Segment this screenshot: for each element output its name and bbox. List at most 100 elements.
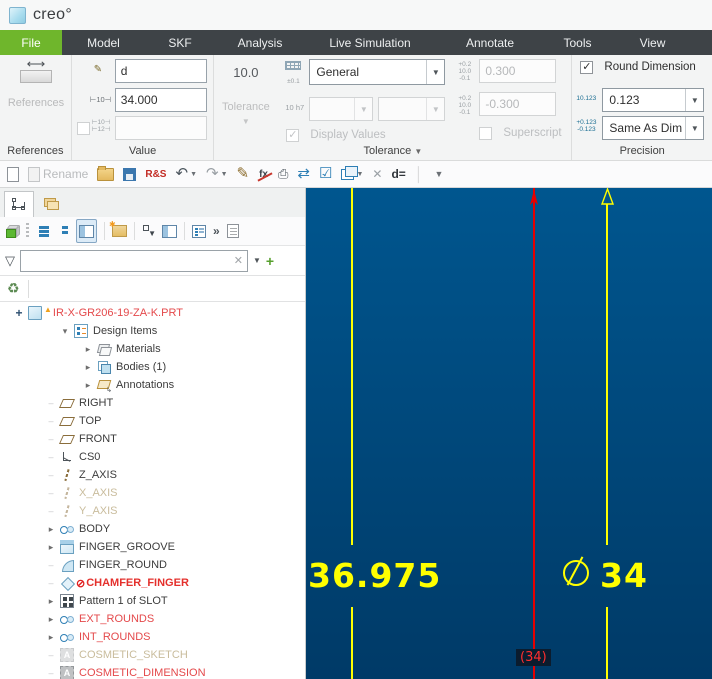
expand-arrow-icon[interactable]: ▸ [81, 344, 95, 355]
windows-button[interactable]: ▼ [341, 164, 363, 184]
tab-analysis[interactable]: Analysis [215, 30, 305, 55]
expand-all-button[interactable] [36, 220, 49, 242]
tree-item-finger-round[interactable]: – FINGER_ROUND [0, 556, 305, 574]
style-tree-button[interactable] [192, 220, 206, 242]
dual-dimension-checkbox[interactable] [76, 122, 90, 135]
references-button[interactable]: ⟷ References [6, 57, 66, 131]
tab-file[interactable]: File [0, 30, 62, 55]
graphics-area[interactable]: 36.975 34 (34) [306, 188, 712, 679]
new-file-button[interactable] [7, 164, 19, 184]
tree-item-right-plane[interactable]: – RIGHT [0, 394, 305, 412]
tree-item-finger-groove[interactable]: ▸ FINGER_GROOVE [0, 538, 305, 556]
regen-status-button[interactable]: R&S [145, 164, 166, 184]
tree-item-pattern-slot[interactable]: ▸ Pattern 1 of SLOT [0, 592, 305, 610]
tolerance-mode-dropdown[interactable]: General ▼ [309, 59, 446, 85]
tree-item-x-axis[interactable]: – X_AXIS [0, 484, 305, 502]
display-values-checkbox[interactable] [286, 129, 300, 142]
tree-item-ext-rounds[interactable]: ▸ EXT_ROUNDS [0, 610, 305, 628]
no-regen-button[interactable]: fx [258, 164, 269, 184]
tree-item-cosmetic-sketch[interactable]: – COSMETIC_SKETCH [0, 646, 305, 664]
search-options-dropdown[interactable]: ▼ [253, 256, 261, 265]
decimal-places-dropdown[interactable]: 0.123 ▼ [602, 88, 705, 112]
tab-tools[interactable]: Tools [545, 30, 610, 55]
fit-class-dropdown[interactable]: ▼ [309, 97, 374, 121]
tab-model[interactable]: Model [62, 30, 145, 55]
tree-item-bodies[interactable]: ▸ Bodies (1) [0, 358, 305, 376]
dimension-name-input[interactable] [114, 59, 207, 83]
expand-arrow-icon[interactable]: ▸ [44, 614, 58, 625]
tree-item-front-plane[interactable]: – FRONT [0, 430, 305, 448]
save-button[interactable] [123, 164, 137, 184]
dimension-line-right[interactable] [606, 204, 608, 545]
extension-line-left[interactable] [351, 188, 353, 545]
redo-button[interactable]: ↷ ▼ [206, 164, 228, 184]
tree-item-body[interactable]: ▸ BODY [0, 520, 305, 538]
folder-browser-tab[interactable] [37, 191, 67, 217]
model-tree-tab[interactable] [4, 191, 34, 217]
dimension-value-text[interactable]: 36.975 [308, 559, 441, 592]
show-button[interactable] [6, 220, 19, 242]
favorites-button[interactable] [109, 220, 127, 242]
tab-annotate[interactable]: Annotate [435, 30, 545, 55]
clear-search-icon[interactable]: ✕ [234, 254, 247, 267]
tab-skf[interactable]: SKF [145, 30, 215, 55]
open-file-button[interactable] [97, 164, 115, 184]
tree-item-annotations[interactable]: ▸ Annotations [0, 376, 305, 394]
dual-value-input[interactable] [114, 116, 207, 140]
toolbar-overflow-button[interactable]: ▼ [433, 164, 444, 184]
tree-item-design-items[interactable]: ▾ Design Items [0, 322, 305, 340]
collapse-all-button[interactable] [56, 220, 69, 242]
tree-item-y-axis[interactable]: – Y_AXIS [0, 502, 305, 520]
upper-tolerance-input[interactable] [479, 59, 557, 83]
dimension-value-input[interactable] [114, 88, 207, 112]
expand-arrow-icon[interactable]: ▸ [44, 542, 58, 553]
undo-button[interactable]: ↶ ▼ [175, 164, 197, 184]
expand-arrow-icon[interactable]: ▸ [81, 380, 95, 391]
tree-item-materials[interactable]: ▸ Materials [0, 340, 305, 358]
regenerate-button[interactable]: ✎ [237, 164, 250, 184]
extension-line-left[interactable] [351, 607, 353, 679]
model-options-button[interactable]: ⇄ [297, 164, 310, 184]
dimension-line-right[interactable] [606, 607, 608, 679]
print-button[interactable]: ⎙ [278, 164, 288, 184]
tree-search-input[interactable] [21, 254, 234, 267]
tree-item-top-plane[interactable]: – TOP [0, 412, 305, 430]
expand-arrow-icon[interactable]: ▸ [44, 596, 58, 607]
tree-item-part[interactable]: + ▲ IR-X-GR206-19-ZA-K.PRT [0, 304, 305, 322]
tolerance-precision-dropdown[interactable]: Same As Dim ▼ [602, 116, 705, 140]
more-tools-button[interactable]: » [213, 224, 220, 238]
chevron-down-icon[interactable]: ▼ [426, 60, 444, 84]
tree-columns-settings-button[interactable] [162, 220, 177, 242]
tree-item-int-rounds[interactable]: ▸ INT_ROUNDS [0, 628, 305, 646]
chevron-down-icon[interactable]: ▼ [685, 117, 703, 139]
collapse-arrow-icon[interactable]: ▾ [58, 326, 72, 337]
tree-item-cosmetic-dimension[interactable]: – COSMETIC_DIMENSION [0, 664, 305, 679]
expand-arrow-icon[interactable]: ▸ [81, 362, 95, 373]
expand-arrow-icon[interactable]: ▸ [44, 524, 58, 535]
add-filter-button[interactable]: + [266, 253, 274, 269]
round-dimension-checkbox[interactable] [580, 61, 594, 74]
chevron-down-icon[interactable]: ▼ [685, 89, 703, 111]
tree-filters-button[interactable] [142, 220, 156, 242]
refresh-tree-icon[interactable]: ♻ [7, 280, 20, 297]
superscript-checkbox[interactable] [479, 127, 493, 140]
expand-plus-icon[interactable]: + [12, 306, 26, 320]
centerline[interactable] [533, 188, 535, 679]
lower-tolerance-input[interactable] [479, 92, 557, 116]
tree-item-z-axis[interactable]: – Z_AXIS [0, 466, 305, 484]
diameter-dimension-text[interactable]: 34 [600, 559, 648, 592]
tab-live-simulation[interactable]: Live Simulation [305, 30, 435, 55]
expand-arrow-icon[interactable]: ▸ [44, 632, 58, 643]
tree-item-cs0[interactable]: – CS0 [0, 448, 305, 466]
reference-dimension-tag[interactable]: (34) [516, 649, 551, 666]
close-window-button[interactable]: ✕ [372, 164, 382, 184]
fit-deviation-dropdown[interactable]: ▼ [378, 97, 446, 121]
toolbar-drag-handle[interactable] [26, 223, 29, 239]
tree-item-chamfer-finger[interactable]: – ⊘ CHAMFER_FINGER [0, 574, 305, 592]
dimension-display-button[interactable]: d= [391, 164, 405, 184]
tab-view[interactable]: View [610, 30, 695, 55]
tree-settings-button[interactable] [226, 220, 239, 242]
tree-columns-button[interactable] [76, 219, 97, 243]
rename-button[interactable]: Rename [28, 164, 88, 184]
verify-button[interactable]: ☑ [319, 164, 332, 184]
